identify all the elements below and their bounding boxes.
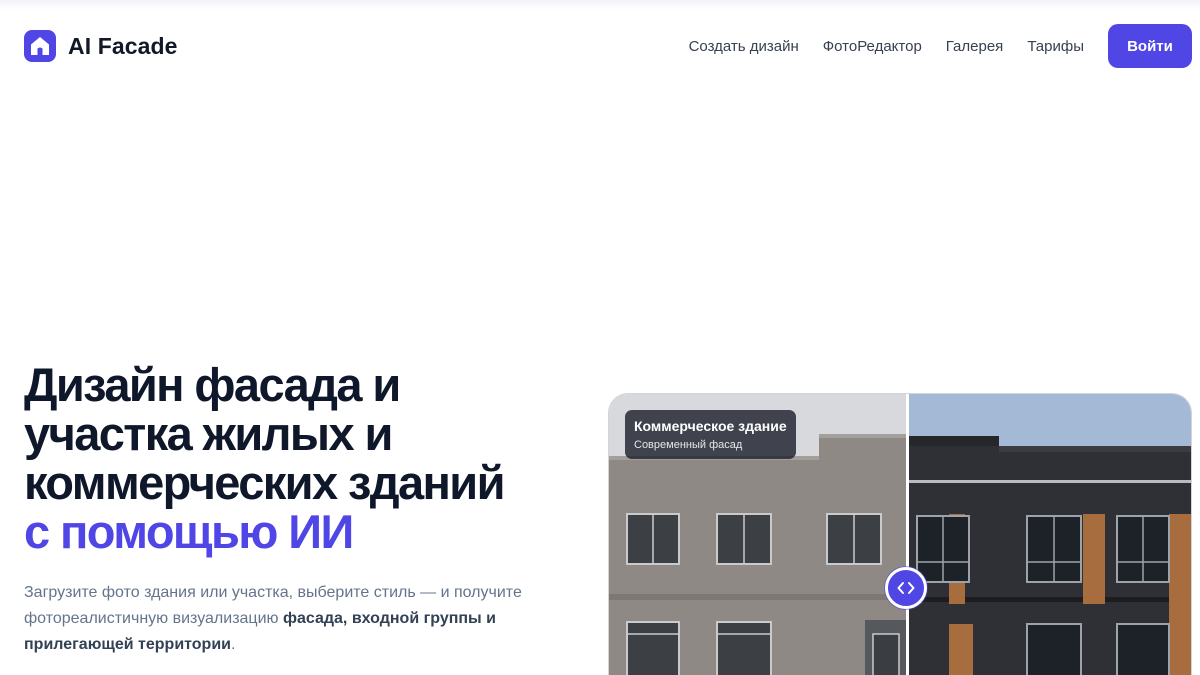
nav-link-pricing[interactable]: Тарифы	[1027, 38, 1084, 55]
nav-link-create-design[interactable]: Создать дизайн	[689, 38, 799, 55]
hero-subtitle: Загрузите фото здания или участка, выбер…	[24, 580, 544, 658]
before-after-comparison[interactable]: Коммерческое здание Современный фасад	[608, 393, 1192, 675]
hero-subtitle-end: .	[231, 636, 236, 653]
nav-link-gallery[interactable]: Галерея	[946, 38, 1004, 55]
comparison-caption: Коммерческое здание Современный фасад	[625, 410, 796, 459]
hero-title-accent: с помощью ИИ	[24, 505, 354, 558]
login-button[interactable]: Войти	[1108, 24, 1192, 68]
caption-title: Коммерческое здание	[634, 418, 787, 434]
hero-title-line: коммерческих зданий	[24, 456, 505, 509]
house-icon	[24, 30, 56, 62]
brand-name: AI Facade	[68, 32, 178, 59]
hero-title: Дизайн фасада и участка жилых и коммерче…	[24, 360, 584, 556]
brand[interactable]: AI Facade	[24, 30, 178, 62]
hero-title-line: участка жилых и	[24, 407, 393, 460]
main-nav: Создать дизайн ФотоРедактор Галерея Тари…	[689, 24, 1192, 68]
chevron-left-right-icon	[897, 582, 915, 594]
comparison-slider-handle[interactable]	[885, 567, 927, 609]
hero-title-line: Дизайн фасада и	[24, 358, 401, 411]
site-header: AI Facade Создать дизайн ФотоРедактор Га…	[0, 0, 1200, 92]
caption-subtitle: Современный фасад	[634, 439, 743, 451]
nav-link-photo-editor[interactable]: ФотоРедактор	[823, 38, 922, 55]
